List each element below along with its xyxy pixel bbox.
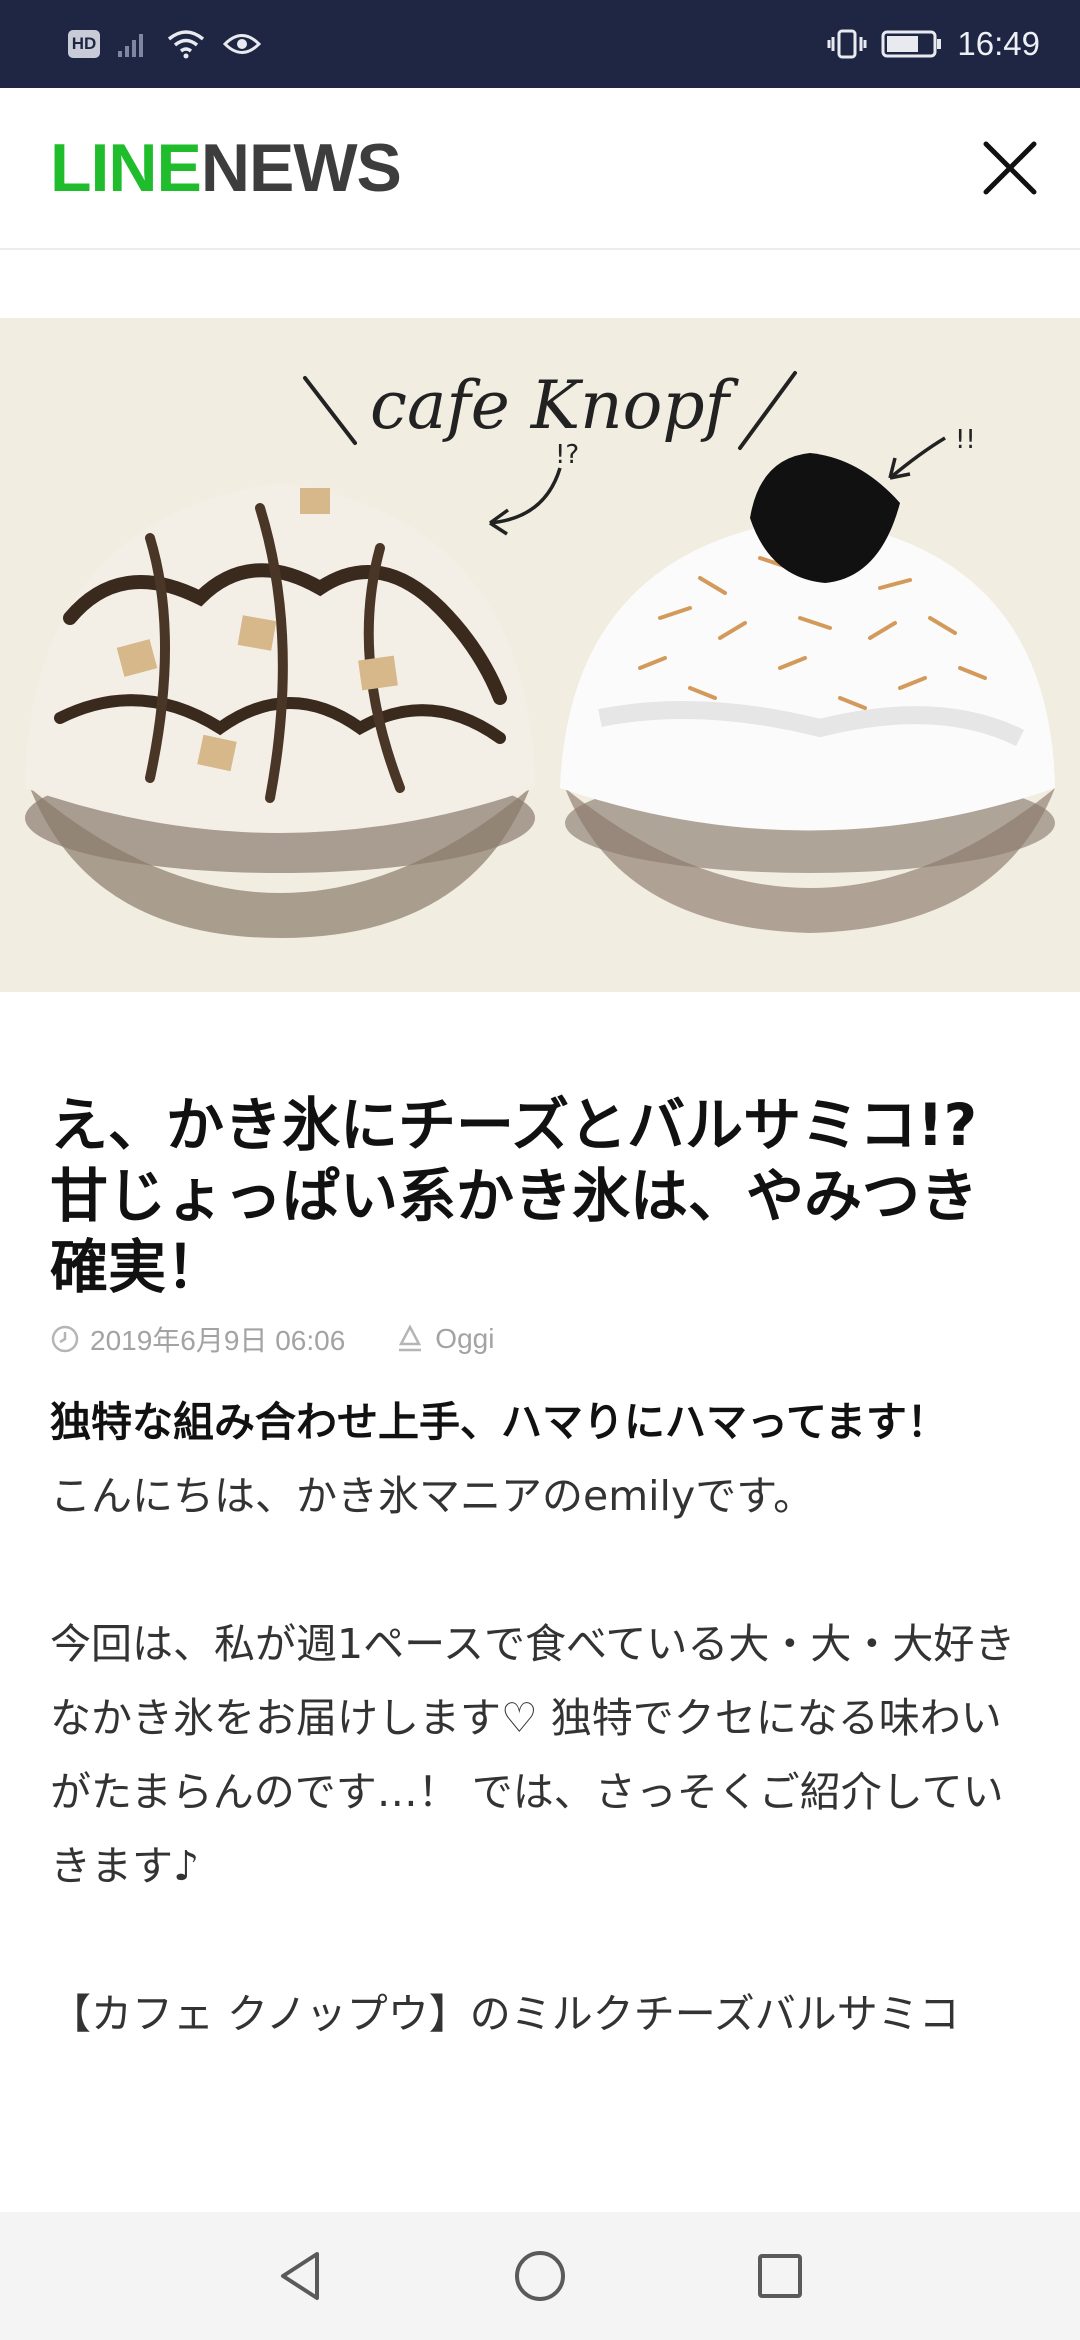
eye-icon	[222, 34, 262, 54]
article-body: こんにちは、かき氷マニアのemilyです。 今回は、私が週1ペースで食べている大…	[50, 1472, 1016, 2038]
article-source[interactable]: Oggi	[435, 1323, 494, 1355]
battery-icon	[881, 30, 942, 58]
nav-home-button[interactable]	[505, 2241, 575, 2311]
article-date: 2019年6月9日 06:06	[90, 1325, 346, 1356]
nav-recents-button[interactable]	[745, 2241, 815, 2311]
clock: 16:49	[957, 25, 1040, 62]
publisher-icon	[399, 1324, 422, 1352]
close-button[interactable]	[970, 128, 1050, 208]
article: え、かき氷にチーズとバルサミコ!? 甘じょっぱい系かき氷は、やみつき確実！ 20…	[50, 1090, 1030, 2051]
article-title: え、かき氷にチーズとバルサミコ!? 甘じょっぱい系かき氷は、やみつき確実！	[50, 1091, 979, 1301]
app-header: LINENEWS	[0, 88, 1080, 250]
logo-line-text: LINE	[50, 130, 202, 206]
nav-back-button[interactable]	[265, 2241, 335, 2311]
logo-news-text: NEWS	[200, 130, 402, 206]
clock-icon	[51, 1325, 79, 1353]
wifi-icon	[167, 30, 205, 59]
mark-left: !?	[555, 440, 579, 470]
hd-icon: HD	[68, 30, 100, 58]
cafe-knopf-handwritten: cafe Knopf	[370, 367, 740, 444]
back-icon	[281, 2252, 319, 2300]
status-bar-left: HD	[68, 22, 262, 66]
home-icon	[515, 2251, 565, 2301]
recents-icon	[758, 2254, 802, 2298]
article-subhead: 独特な組み合わせ上手、ハマりにハマってます！	[50, 1398, 948, 1446]
vibrate-icon	[827, 29, 867, 59]
signal-icon	[118, 34, 143, 57]
line-news-logo: LINENEWS	[50, 128, 402, 208]
mark-right: !!	[955, 425, 976, 455]
status-bar-right: 16:49	[827, 22, 1040, 66]
close-icon	[983, 141, 1037, 195]
article-hero-image: cafe Knopf !? !!	[0, 318, 1080, 992]
shaved-ice-photo: cafe Knopf !? !!	[0, 318, 1080, 992]
status-bar: HD 16:49	[0, 0, 1080, 88]
article-meta: 2019年6月9日 06:06 Oggi	[50, 1319, 1030, 1359]
system-nav-bar	[0, 2212, 1080, 2340]
